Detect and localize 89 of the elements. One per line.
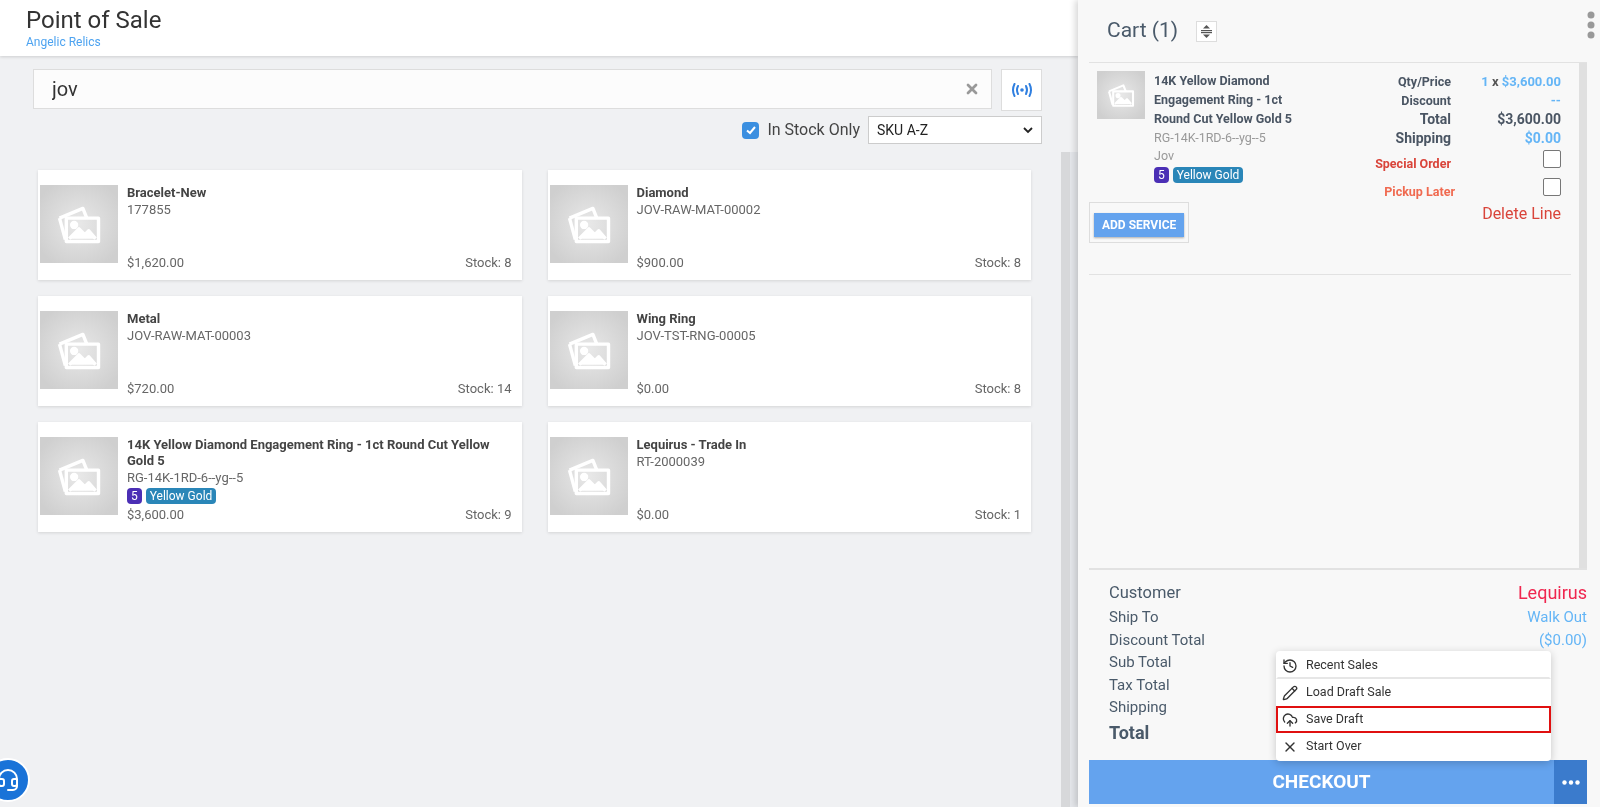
product-price: $0.00 xyxy=(636,379,670,398)
product-sku: JOV-TST-RNG-00005 xyxy=(636,327,757,344)
option-label: Special Order xyxy=(1374,155,1451,173)
product-name: Diamond xyxy=(636,185,690,201)
tag: 5 xyxy=(1154,167,1169,183)
product-sku: JOV-RAW-MAT-00002 xyxy=(636,201,762,218)
checkbox-label: In Stock Only xyxy=(767,119,860,141)
in-stock-checkbox[interactable] xyxy=(742,121,760,139)
line-total-value: $3,600.00 xyxy=(1496,110,1561,129)
scan-button[interactable] xyxy=(1001,69,1042,111)
product-sku: 177855 xyxy=(127,201,172,218)
qty-price-label: Qty/Price xyxy=(1397,73,1451,91)
more-vertical-icon[interactable] xyxy=(1587,11,1595,41)
product-sku: RG-14K-1RD-6--yg--5 xyxy=(127,469,245,486)
product-price: $1,620.00 xyxy=(127,253,185,272)
search-field[interactable]: jov xyxy=(33,69,992,109)
collapse-button[interactable] xyxy=(1196,20,1218,42)
product-sku: RT-2000039 xyxy=(636,453,707,470)
product-price: $720.00 xyxy=(127,379,175,398)
cloud-upload-icon xyxy=(1282,711,1298,728)
product-card[interactable]: Diamond JOV-RAW-MAT-00002 $900.00 Stock: 8 xyxy=(547,170,1031,280)
summary-value[interactable]: Lequirus xyxy=(1517,580,1587,606)
stock-count: Stock: 9 xyxy=(465,505,512,524)
option-checkbox[interactable] xyxy=(1543,150,1561,168)
headset-icon xyxy=(0,768,20,792)
scrollbar[interactable] xyxy=(1579,63,1587,568)
product-name: Metal xyxy=(127,311,162,327)
product-card[interactable]: Metal JOV-RAW-MAT-00003 $720.00 Stock: 14 xyxy=(38,296,522,406)
cart-item-vendor: Jov xyxy=(1154,147,1175,165)
image-placeholder-icon xyxy=(549,311,628,389)
cart-item-name: 14K Yellow Diamond Engagement Ring - 1ct Round Cut Yellow Gold 5 xyxy=(1154,72,1293,128)
pencil-icon xyxy=(1282,684,1298,701)
sort-select[interactable]: SKU A-Z xyxy=(868,116,1042,144)
product-name: Wing Ring xyxy=(636,311,697,327)
summary-label: Sub Total xyxy=(1109,652,1172,673)
product-name: 14K Yellow Diamond Engagement Ring - 1ct Round Cut Yellow Gold 5 xyxy=(127,437,491,469)
stock-count: Stock: 8 xyxy=(974,253,1021,272)
menu-item[interactable]: Save Draft xyxy=(1276,706,1551,733)
chevron-down-icon xyxy=(1023,126,1033,134)
tag: Yellow Gold xyxy=(145,488,217,504)
shipping-label: Shipping xyxy=(1394,129,1451,148)
discount-label: Discount xyxy=(1400,92,1451,110)
image-placeholder-icon xyxy=(1097,71,1145,119)
summary-label: Tax Total xyxy=(1109,674,1170,696)
page-title: Point of Sale xyxy=(26,6,163,34)
product-price: $0.00 xyxy=(636,505,670,524)
product-price: $900.00 xyxy=(636,253,684,272)
product-name: Bracelet-New xyxy=(127,185,208,201)
summary-label: Ship To xyxy=(1109,607,1159,628)
scrollbar[interactable] xyxy=(1061,152,1078,807)
tag: 5 xyxy=(127,488,142,504)
history-icon xyxy=(1282,657,1298,674)
more-button[interactable] xyxy=(1554,760,1587,804)
product-card[interactable]: Wing Ring JOV-TST-RNG-00005 $0.00 Stock: 8 xyxy=(547,296,1031,406)
stock-count: Stock: 14 xyxy=(457,379,512,398)
menu-item[interactable]: Load Draft Sale xyxy=(1276,679,1551,706)
clear-icon[interactable] xyxy=(964,81,980,97)
summary-label: Total xyxy=(1109,720,1150,745)
stock-count: Stock: 8 xyxy=(465,253,512,272)
summary-label: Discount Total xyxy=(1109,629,1206,651)
cart-item-sku: RG-14K-1RD-6--yg--5 xyxy=(1154,129,1267,147)
image-placeholder-icon xyxy=(549,437,628,515)
menu-item[interactable]: Recent Sales xyxy=(1276,652,1551,679)
delete-line-link[interactable]: Delete Line xyxy=(1482,201,1561,226)
image-placeholder-icon xyxy=(40,311,118,389)
collapse-icon xyxy=(1201,24,1213,38)
stock-count: Stock: 8 xyxy=(974,379,1021,398)
summary-label: Customer xyxy=(1109,582,1181,604)
summary-label: Shipping xyxy=(1109,697,1167,718)
line-total-label: Total xyxy=(1418,110,1451,129)
option-label: Pickup Later xyxy=(1383,183,1455,201)
product-card[interactable]: Bracelet-New 177855 $1,620.00 Stock: 8 xyxy=(38,170,522,280)
image-placeholder-icon xyxy=(549,185,628,263)
broadcast-icon xyxy=(1010,83,1033,97)
product-name: Lequirus - Trade In xyxy=(636,437,748,453)
cart-title: Cart (1) xyxy=(1107,17,1179,45)
tag: Yellow Gold xyxy=(1172,167,1244,183)
menu-item[interactable]: Start Over xyxy=(1276,733,1551,760)
option-checkbox[interactable] xyxy=(1543,178,1561,196)
check-icon xyxy=(744,124,757,136)
image-placeholder-icon xyxy=(40,185,118,263)
product-sku: JOV-RAW-MAT-00003 xyxy=(127,327,252,344)
more-horizontal-icon xyxy=(1561,779,1580,785)
times-sign: x xyxy=(1491,74,1499,89)
product-card[interactable]: 14K Yellow Diamond Engagement Ring - 1ct Round Cut Yellow Gold 5 RG-14K-1RD-6--yg--5 5 Yellow Gold $3,600.00 Stock: 9 xyxy=(38,422,522,532)
image-placeholder-icon xyxy=(40,437,118,515)
stock-count: Stock: 1 xyxy=(974,505,1021,524)
product-card[interactable]: Lequirus - Trade In RT-2000039 $0.00 Stock: 1 xyxy=(547,422,1031,532)
product-price: $3,600.00 xyxy=(127,505,185,524)
